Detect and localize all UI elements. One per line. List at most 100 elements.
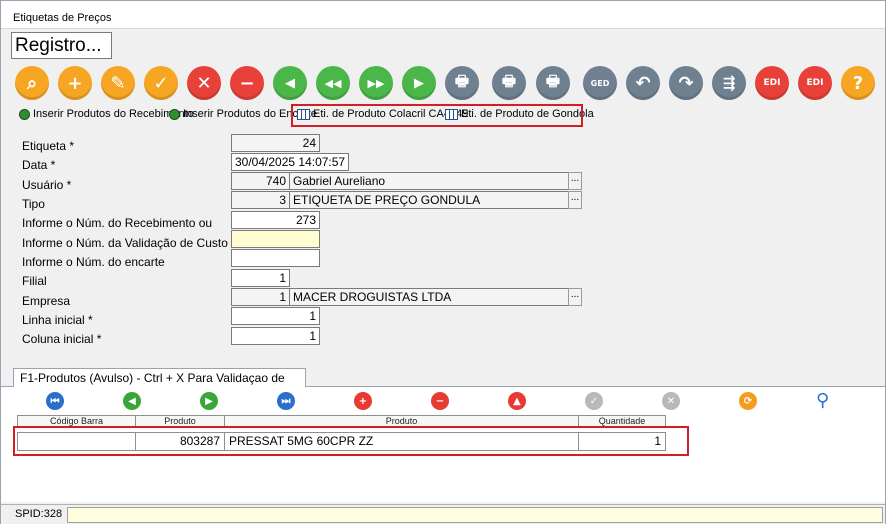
- check-icon: ✓: [589, 395, 599, 407]
- edi-button-1[interactable]: EDI: [755, 66, 789, 100]
- filial-field[interactable]: 1: [231, 269, 290, 287]
- grid-previous-button[interactable]: ◀: [123, 392, 141, 410]
- linha-inicial-field[interactable]: 1: [231, 307, 320, 325]
- encarte-field[interactable]: [231, 249, 320, 267]
- tipo-label: Tipo: [22, 197, 45, 211]
- help-button[interactable]: ?: [841, 66, 875, 100]
- delete-button[interactable]: −: [230, 66, 264, 100]
- status-bar: SPID:328: [1, 504, 885, 524]
- linha-inicial-label: Linha inicial *: [22, 313, 93, 327]
- tipo-name-field[interactable]: ETIQUETA DE PREÇO GONDULA: [289, 191, 569, 209]
- data-label: Data *: [22, 158, 56, 172]
- record-heading: Registro...: [11, 32, 112, 59]
- validacao-label: Informe o Núm. da Validação de Custo ou: [22, 236, 245, 250]
- coluna-inicial-label: Coluna inicial *: [22, 332, 102, 346]
- grid-post-button[interactable]: ✓: [585, 392, 603, 410]
- edi-document-icon: EDI: [763, 78, 781, 88]
- arrow-right-icon: ▶: [414, 75, 424, 91]
- close-icon: ✕: [196, 72, 212, 94]
- title-bar: Etiquetas de Preços: [1, 1, 885, 29]
- empresa-name-field[interactable]: MACER DROGUISTAS LTDA: [289, 288, 569, 306]
- print-mail-button[interactable]: 🖶: [536, 66, 570, 100]
- print-button[interactable]: 🖶: [492, 66, 526, 100]
- refresh-icon: ⟳: [743, 395, 753, 407]
- edit-button[interactable]: ✎: [101, 66, 135, 100]
- arrow-left-icon: ◀: [128, 395, 136, 407]
- usuario-lookup-button[interactable]: ...: [568, 172, 582, 190]
- edi-button-2[interactable]: EDI: [798, 66, 832, 100]
- skip-forward-icon: ⏭: [281, 395, 291, 407]
- etiqueta-label: Etiqueta *: [22, 139, 75, 153]
- ged-button[interactable]: GED: [583, 66, 617, 100]
- printer-icon: 🖶: [501, 71, 517, 90]
- undo-arrow-icon: ↶: [635, 72, 651, 94]
- first-record-button[interactable]: ◀: [273, 66, 307, 100]
- data-field[interactable]: 30/04/2025 14:07:57: [231, 153, 349, 171]
- arrow-left-icon: ◀: [285, 75, 295, 91]
- export-list-icon: ⇶: [722, 74, 736, 92]
- window-title: Etiquetas de Preços: [13, 12, 112, 24]
- edi-document-icon-2: EDI: [806, 78, 824, 88]
- empresa-code-field[interactable]: 1: [231, 288, 290, 306]
- double-arrow-right-icon: ▶▶: [367, 76, 385, 90]
- grid-cancel-button[interactable]: ✕: [662, 392, 680, 410]
- ged-document-icon: GED: [590, 78, 610, 88]
- grid-first-button[interactable]: ⏮: [46, 392, 64, 410]
- empresa-lookup-button[interactable]: ...: [568, 288, 582, 306]
- tipo-code-field[interactable]: 3: [231, 191, 290, 209]
- minus-icon: −: [435, 395, 445, 407]
- empresa-label: Empresa: [22, 294, 71, 308]
- add-button[interactable]: +: [58, 66, 92, 100]
- grid-delete-button[interactable]: −: [431, 392, 449, 410]
- confirm-button[interactable]: ✓: [144, 66, 178, 100]
- grid-edit-button[interactable]: ▲: [508, 392, 526, 410]
- green-dot-icon: [19, 108, 30, 120]
- tipo-lookup-button[interactable]: ...: [568, 191, 582, 209]
- previous-record-button[interactable]: ◀◀: [316, 66, 350, 100]
- window: Etiquetas de Preços Registro... ⌕ + ✎ ✓ …: [0, 0, 886, 524]
- etiqueta-field[interactable]: 24: [231, 134, 320, 152]
- printer-mail-icon: 🖶: [545, 71, 561, 90]
- recebimento-field[interactable]: 273: [231, 211, 320, 229]
- highlight-box-labels: [291, 104, 583, 127]
- double-arrow-left-icon: ◀◀: [324, 76, 342, 90]
- help-icon: ?: [852, 72, 864, 94]
- redo-arrow-icon: ↷: [678, 72, 694, 94]
- printer-search-icon: 🖶: [454, 71, 470, 90]
- pencil-icon: ✎: [110, 72, 126, 94]
- filial-label: Filial: [22, 274, 47, 288]
- grid-insert-button[interactable]: +: [354, 392, 372, 410]
- grid-refresh-button[interactable]: ⟳: [739, 392, 757, 410]
- plus-icon: +: [67, 72, 83, 94]
- validacao-field[interactable]: [231, 230, 320, 248]
- print-preview-button[interactable]: 🖶: [445, 66, 479, 100]
- coluna-inicial-field[interactable]: 1: [231, 327, 320, 345]
- insert-from-receipt-button[interactable]: Inserir Produtos do Recebimento: [19, 108, 194, 120]
- status-message-field: [67, 507, 883, 523]
- main-toolbar: ⌕ + ✎ ✓ ✕ − ◀ ◀◀ ▶▶ ▶ 🖶 🖶 🖶 GED ↶ ↷ ⇶ ED…: [1, 64, 885, 102]
- grid-next-button[interactable]: ▶: [200, 392, 218, 410]
- highlight-box-product-row: [13, 426, 689, 456]
- check-icon: ✓: [153, 72, 169, 94]
- usuario-name-field[interactable]: Gabriel Aureliano: [289, 172, 569, 190]
- minus-icon: −: [239, 72, 255, 94]
- grid-search-button[interactable]: ⚲: [816, 390, 838, 412]
- tab-produtos-avulso[interactable]: F1-Produtos (Avulso) - Ctrl + X Para Val…: [13, 368, 306, 399]
- encarte-label: Informe o Núm. do encarte: [22, 255, 165, 269]
- grid-last-button[interactable]: ⏭: [277, 392, 295, 410]
- close-icon: ✕: [666, 395, 676, 407]
- cancel-button[interactable]: ✕: [187, 66, 221, 100]
- arrow-right-icon: ▶: [205, 395, 213, 407]
- search-button[interactable]: ⌕: [15, 66, 49, 100]
- export-button[interactable]: ⇶: [712, 66, 746, 100]
- redo-button[interactable]: ↷: [669, 66, 703, 100]
- magnifier-icon: ⚲: [816, 390, 830, 411]
- last-record-button[interactable]: ▶: [402, 66, 436, 100]
- undo-button[interactable]: ↶: [626, 66, 660, 100]
- spid-text: SPID:328: [15, 508, 63, 520]
- next-record-button[interactable]: ▶▶: [359, 66, 393, 100]
- usuario-code-field[interactable]: 740: [231, 172, 290, 190]
- record-heading-text: Registro...: [15, 35, 102, 56]
- skip-back-icon: ⏮: [50, 395, 60, 407]
- usuario-label: Usuário *: [22, 178, 72, 192]
